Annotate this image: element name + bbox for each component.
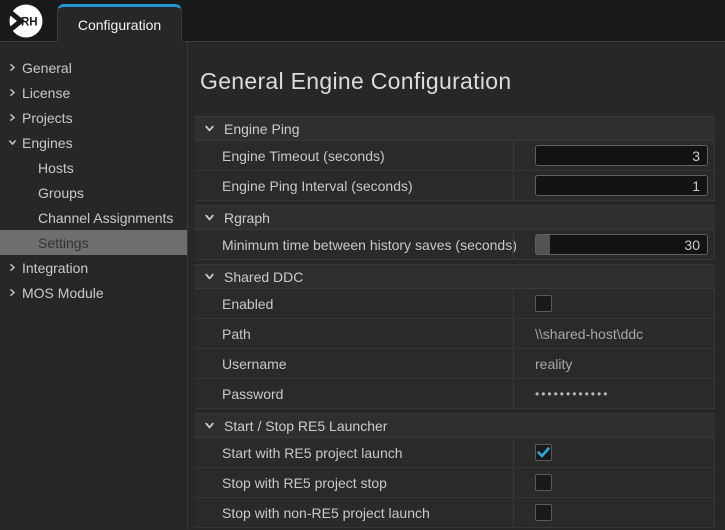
engine-timeout-seconds-input[interactable]	[535, 145, 708, 166]
app-logo-icon: RH	[9, 4, 43, 38]
field-label: Engine Timeout (seconds)	[195, 141, 513, 170]
section-label: Engine Ping	[224, 121, 300, 137]
sidebar-item-label: License	[22, 85, 70, 101]
sidebar-item-hosts[interactable]: Hosts	[0, 155, 187, 180]
sidebar-item-projects[interactable]: Projects	[0, 105, 187, 130]
sidebar-item-channel-assignments[interactable]: Channel Assignments	[0, 205, 187, 230]
path-value[interactable]: \\shared-host\ddc	[535, 326, 643, 342]
form-row-stop-with-re5-project-stop: Stop with RE5 project stop	[195, 468, 715, 498]
field-value-cell	[513, 289, 714, 318]
chevron-down-icon[interactable]	[204, 420, 215, 431]
field-value-cell: reality	[513, 349, 714, 378]
field-label: Stop with non-RE5 project launch	[195, 498, 513, 527]
form-row-engine-timeout-seconds: Engine Timeout (seconds)	[195, 141, 715, 171]
sidebar-item-groups[interactable]: Groups	[0, 180, 187, 205]
sidebar-item-label: Engines	[22, 135, 73, 151]
form-row-minimum-time-between-history-saves-seconds: Minimum time between history saves (seco…	[195, 230, 715, 260]
field-value-cell	[513, 438, 714, 467]
field-label: Start with RE5 project launch	[195, 438, 513, 467]
sidebar-item-settings[interactable]: Settings	[0, 230, 187, 255]
engine-ping-interval-seconds-input[interactable]	[535, 175, 708, 196]
field-label: Username	[195, 349, 513, 378]
field-label: Engine Ping Interval (seconds)	[195, 171, 513, 200]
tab-label: Configuration	[78, 17, 161, 33]
main-content: General Engine Configuration Engine Ping…	[188, 42, 725, 529]
sidebar-item-label: MOS Module	[22, 285, 104, 301]
form-row-path: Path \\shared-host\ddc	[195, 319, 715, 349]
form-row-engine-ping-interval-seconds: Engine Ping Interval (seconds)	[195, 171, 715, 201]
chevron-right-icon[interactable]	[8, 288, 22, 297]
sidebar: General License Projects Engines Hosts Groups…	[0, 42, 188, 529]
section-label: Start / Stop RE5 Launcher	[224, 418, 387, 434]
svg-text:RH: RH	[21, 17, 38, 29]
chevron-down-icon[interactable]	[204, 212, 215, 223]
sidebar-item-label: Projects	[22, 110, 73, 126]
sidebar-item-label: Groups	[38, 185, 84, 201]
form-row-stop-with-non-re5-project-launch: Stop with non-RE5 project launch	[195, 498, 715, 528]
chevron-right-icon[interactable]	[8, 113, 22, 122]
chevron-down-icon[interactable]	[204, 123, 215, 134]
form-row-start-with-re5-project-launch: Start with RE5 project launch	[195, 438, 715, 468]
sidebar-item-engines[interactable]: Engines	[0, 130, 187, 155]
section-header-rgraph[interactable]: Rgraph	[195, 205, 715, 230]
field-value-cell: \\shared-host\ddc	[513, 319, 714, 348]
section-header-engine-ping[interactable]: Engine Ping	[195, 116, 715, 141]
field-value-cell	[513, 141, 714, 170]
section-header-shared-ddc[interactable]: Shared DDC	[195, 264, 715, 289]
sidebar-item-label: Hosts	[38, 160, 74, 176]
chevron-right-icon[interactable]	[8, 88, 22, 97]
password-value[interactable]: ••••••••••••	[535, 387, 609, 401]
section-label: Shared DDC	[224, 269, 303, 285]
form-row-enabled: Enabled	[195, 289, 715, 319]
section-label: Rgraph	[224, 210, 270, 226]
sidebar-item-label: Settings	[38, 235, 89, 251]
chevron-right-icon[interactable]	[8, 263, 22, 272]
sidebar-item-label: Integration	[22, 260, 88, 276]
tab-configuration[interactable]: Configuration	[57, 4, 182, 42]
sidebar-item-integration[interactable]: Integration	[0, 255, 187, 280]
field-label: Enabled	[195, 289, 513, 318]
sidebar-item-label: Channel Assignments	[38, 210, 173, 226]
enabled-checkbox[interactable]	[535, 295, 552, 312]
field-value-cell	[513, 498, 714, 527]
sidebar-item-license[interactable]: License	[0, 80, 187, 105]
chevron-down-icon[interactable]	[204, 271, 215, 282]
field-value-cell	[513, 230, 714, 259]
form-row-password: Password ••••••••••••	[195, 379, 715, 409]
page-title: General Engine Configuration	[195, 42, 715, 112]
chevron-right-icon[interactable]	[8, 63, 22, 72]
start-with-re5-project-launch-checkbox[interactable]	[535, 444, 552, 461]
minimum-time-between-history-saves-seconds-input[interactable]	[535, 234, 708, 255]
settings-form: Engine Ping Engine Timeout (seconds)Engin…	[195, 116, 715, 528]
stop-with-re5-project-stop-checkbox[interactable]	[535, 474, 552, 491]
sidebar-item-mos-module[interactable]: MOS Module	[0, 280, 187, 305]
top-tab-bar: RH Configuration	[0, 0, 725, 42]
chevron-down-icon[interactable]	[8, 138, 22, 147]
stop-with-non-re5-project-launch-checkbox[interactable]	[535, 504, 552, 521]
sidebar-item-general[interactable]: General	[0, 55, 187, 80]
field-value-cell: ••••••••••••	[513, 379, 714, 408]
form-row-username: Username reality	[195, 349, 715, 379]
field-label: Password	[195, 379, 513, 408]
field-label: Stop with RE5 project stop	[195, 468, 513, 497]
username-value[interactable]: reality	[535, 356, 572, 372]
field-label: Path	[195, 319, 513, 348]
field-value-cell	[513, 468, 714, 497]
section-header-start-stop-re5-launcher[interactable]: Start / Stop RE5 Launcher	[195, 413, 715, 438]
sidebar-item-label: General	[22, 60, 72, 76]
field-label: Minimum time between history saves (seco…	[195, 230, 513, 259]
field-value-cell	[513, 171, 714, 200]
